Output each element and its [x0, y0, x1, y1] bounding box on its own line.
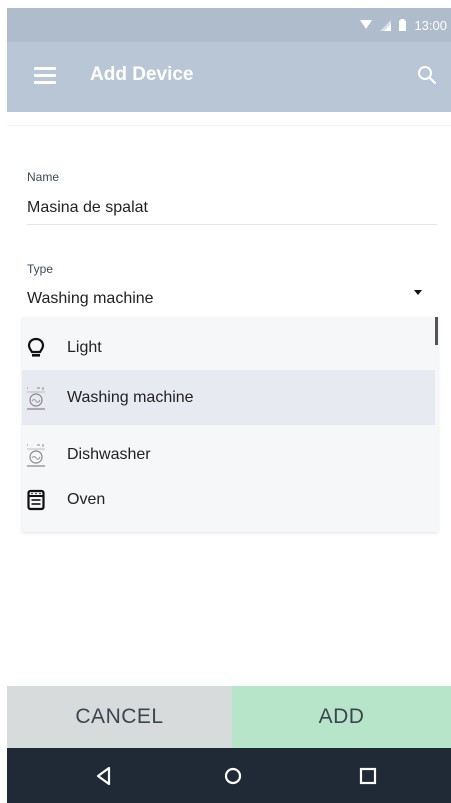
- dishwasher-icon: [25, 442, 47, 468]
- name-field-underline: [27, 224, 437, 225]
- status-bar: 13:00: [7, 8, 451, 42]
- option-label: Washing machine: [67, 388, 194, 406]
- page-title: Add Device: [90, 64, 194, 85]
- option-label: Light: [67, 339, 102, 356]
- lightbulb-icon: [25, 335, 47, 361]
- signal-icon: [380, 19, 392, 31]
- menu-icon[interactable]: [34, 67, 56, 85]
- washing-machine-icon: [25, 385, 47, 411]
- type-dropdown-list[interactable]: Light Washing machine Dishwasher Oven: [22, 317, 438, 532]
- option-washing-machine[interactable]: Washing machine: [22, 370, 435, 425]
- name-field[interactable]: Masina de spalat: [27, 199, 148, 217]
- option-oven[interactable]: Oven: [22, 480, 435, 520]
- home-icon[interactable]: [221, 764, 245, 788]
- type-select[interactable]: Washing machine: [27, 290, 154, 308]
- battery-icon: [399, 19, 407, 31]
- wifi-icon: [360, 20, 373, 30]
- app-bar: Add Device: [7, 42, 451, 112]
- dropdown-arrow-icon[interactable]: [414, 290, 422, 295]
- option-label: Oven: [67, 491, 106, 508]
- system-nav-bar: [7, 748, 451, 803]
- status-time: 13:00: [414, 17, 447, 33]
- divider: [7, 125, 451, 126]
- type-label: Type: [27, 262, 54, 276]
- option-light[interactable]: Light: [22, 327, 435, 369]
- option-label: Dishwasher: [67, 446, 151, 463]
- back-icon[interactable]: [92, 764, 116, 788]
- option-dishwasher[interactable]: Dishwasher: [22, 430, 435, 480]
- scrollbar[interactable]: [435, 317, 438, 345]
- search-icon[interactable]: [416, 64, 438, 86]
- recents-icon[interactable]: [356, 764, 380, 788]
- name-label: Name: [27, 170, 60, 184]
- add-device-screen: 13:00 Add Device Name Masina de spalat T…: [0, 0, 451, 803]
- oven-icon: [25, 487, 47, 513]
- cancel-button[interactable]: CANCEL: [7, 686, 232, 748]
- status-icons: 13:00: [360, 8, 447, 42]
- add-button[interactable]: ADD: [232, 686, 451, 748]
